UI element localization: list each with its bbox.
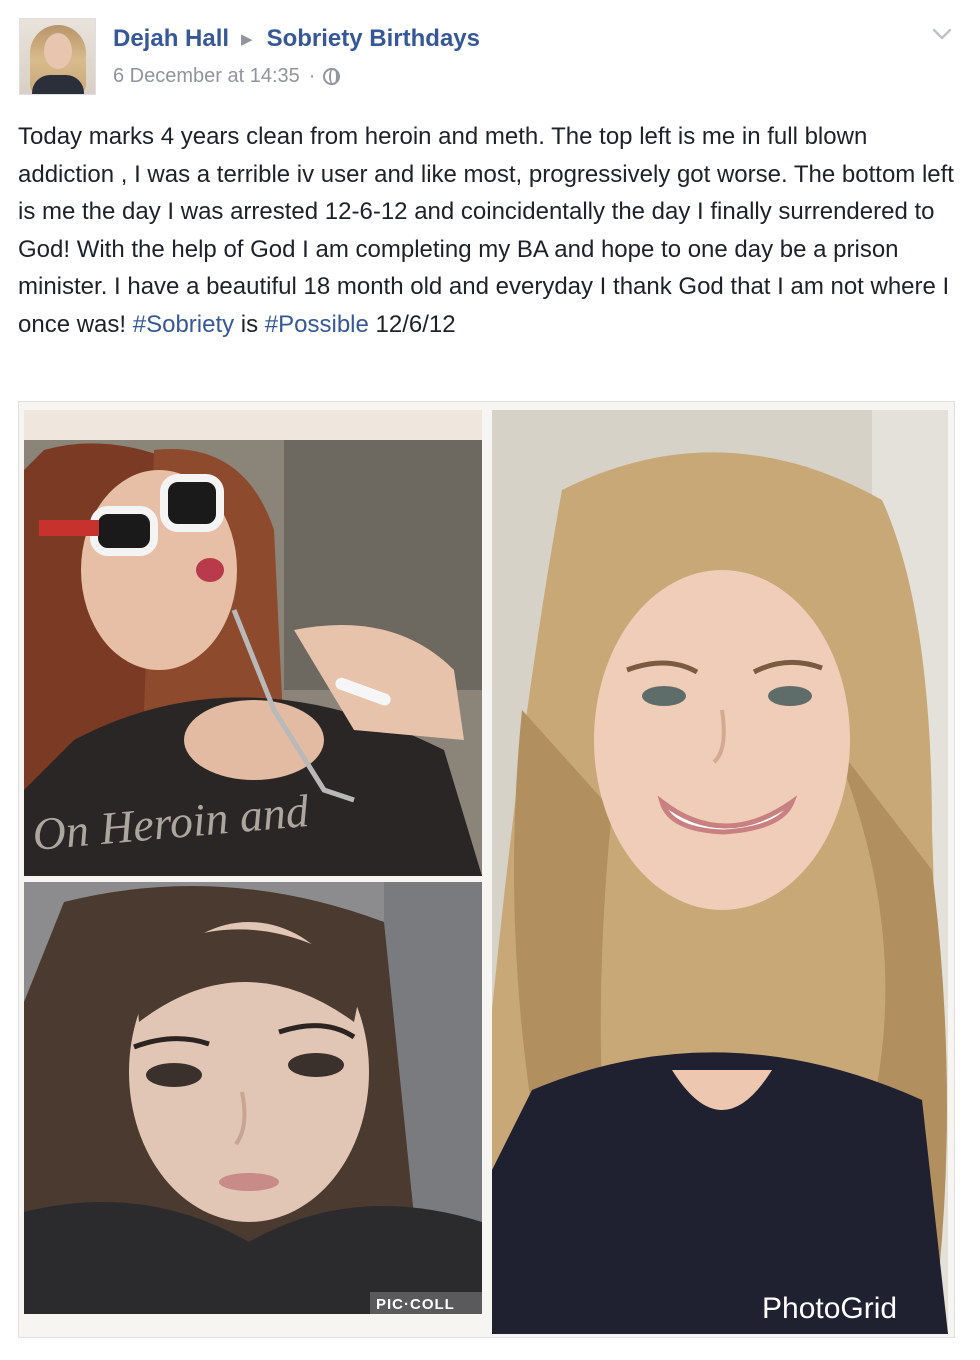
post-text-date: 12/6/12: [368, 310, 456, 338]
post-header: Dejah Hall ▶ Sobriety Birthdays: [113, 24, 480, 54]
triangle-right-icon: ▶: [241, 31, 253, 48]
chevron-down-icon[interactable]: [930, 22, 954, 46]
meta-separator: ·: [308, 64, 316, 87]
photo-right-watermark: PhotoGrid: [762, 1292, 897, 1325]
photo-bottom-left-watermark: PIC·COLL: [376, 1296, 455, 1313]
post-text-connector: is: [234, 310, 265, 338]
post-body-text: Today marks 4 years clean from heroin an…: [18, 118, 963, 343]
post-meta: 6 December at 14:35 ·: [113, 63, 341, 89]
author-avatar[interactable]: [19, 18, 96, 95]
facebook-post: Dejah Hall ▶ Sobriety Birthdays 6 Decemb…: [0, 0, 980, 1360]
post-text-main: Today marks 4 years clean from heroin an…: [18, 123, 954, 338]
post-timestamp-link[interactable]: 6 December at 14:35: [113, 65, 300, 88]
group-name-link[interactable]: Sobriety Birthdays: [267, 25, 480, 53]
photo-top-left[interactable]: On Heroin and: [24, 410, 482, 876]
hashtag-sobriety-link[interactable]: #Sobriety: [133, 311, 234, 338]
photo-bottom-left[interactable]: PIC·COLL: [24, 882, 482, 1314]
author-name-link[interactable]: Dejah Hall: [113, 25, 229, 53]
hashtag-possible-link[interactable]: #Possible: [265, 311, 369, 338]
globe-icon[interactable]: [323, 67, 341, 85]
photo-right[interactable]: PhotoGrid: [492, 410, 948, 1334]
